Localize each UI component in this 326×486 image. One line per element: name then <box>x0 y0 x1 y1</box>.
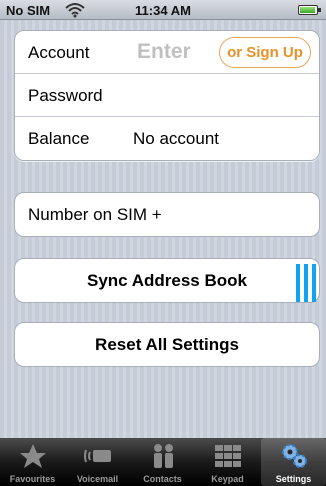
reset-all-settings-button[interactable]: Reset All Settings <box>14 322 320 367</box>
number-on-sim-row[interactable]: Number on SIM + <box>14 192 320 237</box>
balance-label: Balance <box>28 129 90 148</box>
tab-voicemail[interactable]: Voicemail <box>65 438 130 486</box>
tab-bar: Favourites Voicemail Contacts Keypad Set… <box>0 438 326 486</box>
voicemail-icon <box>84 449 111 463</box>
account-label: Account <box>28 43 90 62</box>
password-row[interactable]: Password <box>15 74 319 117</box>
tab-settings[interactable]: Settings <box>261 438 326 486</box>
settings-gears-icon <box>282 444 307 468</box>
password-label: Password <box>28 86 103 105</box>
balance-value: No account <box>133 129 219 148</box>
sync-address-book-button[interactable]: Sync Address Book <box>14 258 320 303</box>
account-group: Account Enter or Sign Up Password Balanc… <box>14 30 320 161</box>
tab-contacts[interactable]: Contacts <box>130 438 195 486</box>
tab-keypad[interactable]: Keypad <box>195 438 260 486</box>
contacts-icon <box>154 444 173 468</box>
selection-marks <box>296 264 324 302</box>
battery-icon <box>298 5 321 15</box>
account-row[interactable]: Account Enter or Sign Up <box>15 31 319 74</box>
star-icon <box>20 444 46 468</box>
account-input[interactable]: Enter <box>137 40 191 64</box>
status-bar: No SIM 11:34 AM <box>0 0 326 20</box>
balance-row: Balance No account <box>15 117 319 160</box>
sign-up-button[interactable]: or Sign Up <box>219 37 311 68</box>
status-time: 11:34 AM <box>135 3 191 18</box>
keypad-icon <box>215 445 241 467</box>
tab-favourites[interactable]: Favourites <box>0 438 65 486</box>
